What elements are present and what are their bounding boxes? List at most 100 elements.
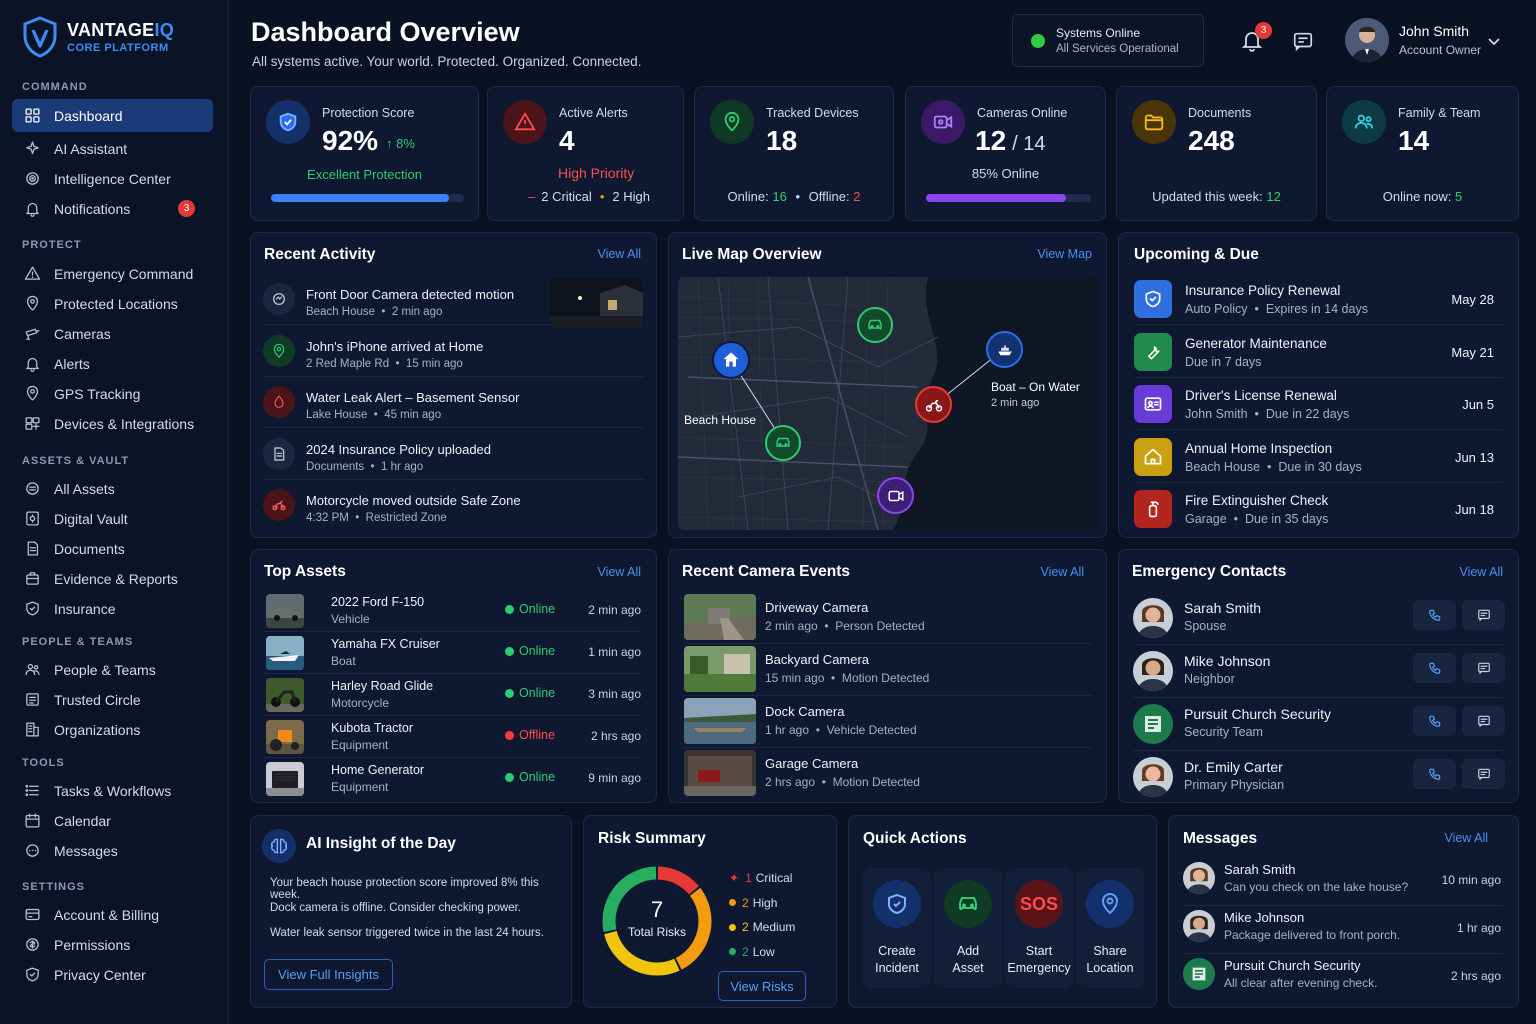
upcoming-item[interactable]: Generator Maintenance Due in 7 days May … (1134, 328, 1503, 378)
upcoming-title: Driver's License Renewal (1185, 388, 1337, 403)
camera-icon (921, 100, 965, 144)
notifications-button[interactable]: 3 (1240, 22, 1272, 54)
stat-value: 4 (559, 125, 575, 156)
asset-thumbnail (266, 720, 304, 754)
message-row[interactable]: Sarah Smith Can you check on the lake ho… (1183, 858, 1503, 906)
call-button[interactable] (1413, 706, 1456, 736)
sidebar-item-permissions[interactable]: Permissions (12, 928, 213, 961)
stat-value: 12 (975, 125, 1007, 156)
car-icon (944, 880, 992, 928)
user-avatar[interactable] (1345, 18, 1389, 62)
call-button[interactable] (1413, 759, 1456, 789)
message-button[interactable] (1462, 600, 1505, 630)
sidebar-item-cameras[interactable]: Cameras (12, 317, 213, 350)
asset-row[interactable]: Harley Road Glide Motorcycle Online 3 mi… (263, 674, 641, 716)
user-menu-toggle[interactable] (1486, 33, 1502, 49)
risk-segment-critical[interactable] (657, 866, 699, 895)
camera-event-row[interactable]: Dock Camera 1 hr ago • Vehicle Detected (683, 696, 1092, 748)
vehicle-map-marker[interactable] (857, 307, 893, 343)
camera-snapshot[interactable] (684, 646, 756, 692)
upcoming-item[interactable]: Insurance Policy Renewal Auto Policy • E… (1134, 275, 1503, 325)
camera-event-row[interactable]: Garage Camera 2 hrs ago • Motion Detecte… (683, 748, 1092, 800)
camera-snapshot[interactable] (684, 594, 756, 640)
message-row[interactable]: Mike Johnson Package delivered to front … (1183, 906, 1503, 954)
messages-button[interactable] (1292, 30, 1314, 52)
camera-map-marker[interactable] (877, 477, 914, 514)
message-button[interactable] (1462, 653, 1505, 683)
sidebar-item-alerts[interactable]: Alerts (12, 347, 213, 380)
stat-card-alerts[interactable]: Active Alerts 4 High Priority – 2 Critic… (487, 86, 684, 221)
asset-row[interactable]: Home Generator Equipment Online 9 min ag… (263, 758, 641, 800)
sidebar-item-people-teams[interactable]: People & Teams (12, 653, 213, 686)
view-full-insights-button[interactable]: View Full Insights (264, 959, 393, 990)
view-all-link[interactable]: View All (1040, 565, 1084, 579)
stat-card-devices[interactable]: Tracked Devices 18 Online: 16 • Offline:… (694, 86, 894, 221)
sidebar-item-emergency-command[interactable]: Emergency Command (12, 257, 213, 290)
view-map-link[interactable]: View Map (1037, 247, 1092, 261)
sidebar-item-devices-integrations[interactable]: Devices & Integrations (12, 407, 213, 440)
upcoming-item[interactable]: Fire Extinguisher Check Garage • Due in … (1134, 485, 1503, 535)
message-button[interactable] (1462, 759, 1505, 789)
start-emergency-button[interactable]: SOS Start Emergency (1005, 868, 1073, 988)
sidebar-item-insurance[interactable]: Insurance (12, 592, 213, 625)
sidebar-item-intelligence-center[interactable]: Intelligence Center (12, 162, 213, 195)
map-canvas[interactable]: Beach House Boat – On Water 2 min ago (678, 277, 1099, 530)
view-risks-button[interactable]: View Risks (718, 971, 806, 1001)
motorcycle-map-marker[interactable] (915, 386, 952, 423)
asset-photo-icon (266, 636, 304, 670)
call-button[interactable] (1413, 653, 1456, 683)
camera-event-row[interactable]: Driveway Camera 2 min ago • Person Detec… (683, 592, 1092, 644)
share-location-button[interactable]: Share Location (1076, 868, 1144, 988)
wrench-icon (1134, 332, 1172, 371)
camera-thumbnail[interactable] (550, 278, 643, 328)
activity-item[interactable]: 2024 Insurance Policy uploaded Documents… (263, 430, 644, 480)
sidebar-item-notifications[interactable]: Notifications 3 (12, 192, 213, 225)
sidebar-item-evidence-reports[interactable]: Evidence & Reports (12, 562, 213, 595)
activity-item[interactable]: Water Leak Alert – Basement Sensor Lake … (263, 378, 644, 428)
message-row[interactable]: Pursuit Church Security All clear after … (1183, 954, 1503, 1002)
camera-snapshot[interactable] (684, 750, 756, 796)
stat-card-protection[interactable]: Protection Score 92% ↑ 8% Excellent Prot… (250, 86, 479, 221)
vehicle-map-marker[interactable] (765, 425, 801, 461)
stat-card-documents[interactable]: Documents 248 Updated this week: 12 (1116, 86, 1317, 221)
camera-event-row[interactable]: Backyard Camera 15 min ago • Motion Dete… (683, 644, 1092, 696)
sidebar-item-digital-vault[interactable]: Digital Vault (12, 502, 213, 535)
view-all-link[interactable]: View All (1444, 831, 1488, 845)
camera-snapshot[interactable] (684, 698, 756, 744)
sidebar-item-protected-locations[interactable]: Protected Locations (12, 287, 213, 320)
sidebar-item-dashboard[interactable]: Dashboard (12, 99, 213, 132)
view-all-link[interactable]: View All (1459, 565, 1503, 579)
boat-map-marker[interactable] (986, 331, 1023, 368)
shield-check-icon (266, 100, 310, 144)
sidebar-item-gps-tracking[interactable]: GPS Tracking (12, 377, 213, 410)
sidebar-item-all-assets[interactable]: All Assets (12, 472, 213, 505)
sidebar-item-calendar[interactable]: Calendar (12, 804, 213, 837)
add-asset-button[interactable]: Add Asset (934, 868, 1002, 988)
sidebar-item-organizations[interactable]: Organizations (12, 713, 213, 746)
upcoming-item[interactable]: Driver's License Renewal John Smith • Du… (1134, 380, 1503, 430)
sidebar-item-account-billing[interactable]: Account & Billing (12, 898, 213, 931)
sidebar-item-documents[interactable]: Documents (12, 532, 213, 565)
upcoming-item[interactable]: Annual Home Inspection Beach House • Due… (1134, 433, 1503, 483)
activity-item[interactable]: Motorcycle moved outside Safe Zone 4:32 … (263, 481, 644, 531)
asset-row[interactable]: Yamaha FX Cruiser Boat Online 1 min ago (263, 632, 641, 674)
view-all-link[interactable]: View All (597, 247, 641, 261)
sidebar-item-messages[interactable]: Messages (12, 834, 213, 867)
sidebar-item-privacy-center[interactable]: Privacy Center (12, 958, 213, 991)
call-button[interactable] (1413, 600, 1456, 630)
status-dot (505, 647, 514, 656)
sidebar-item-trusted-circle[interactable]: Trusted Circle (12, 683, 213, 716)
create-incident-button[interactable]: Create Incident (863, 868, 931, 988)
ai-insight-card: AI Insight of the Day Your beach house p… (250, 815, 572, 1008)
stat-card-family[interactable]: Family & Team 14 Online now: 5 (1326, 86, 1519, 221)
brand-logo[interactable]: VANTAGEIQ CORE PLATFORM (22, 16, 174, 58)
sidebar-item-ai-assistant[interactable]: AI Assistant (12, 132, 213, 165)
asset-row[interactable]: Kubota Tractor Equipment Offline 2 hrs a… (263, 716, 641, 758)
asset-row[interactable]: 2022 Ford F-150 Vehicle Online 2 min ago (263, 590, 641, 632)
sidebar-item-tasks-workflows[interactable]: Tasks & Workflows (12, 774, 213, 807)
home-map-marker[interactable] (712, 341, 750, 379)
message-button[interactable] (1462, 706, 1505, 736)
stat-card-cameras[interactable]: Cameras Online 12 / 14 85% Online (905, 86, 1106, 221)
view-all-link[interactable]: View All (597, 565, 641, 579)
activity-item[interactable]: John's iPhone arrived at Home 2 Red Mapl… (263, 327, 644, 377)
